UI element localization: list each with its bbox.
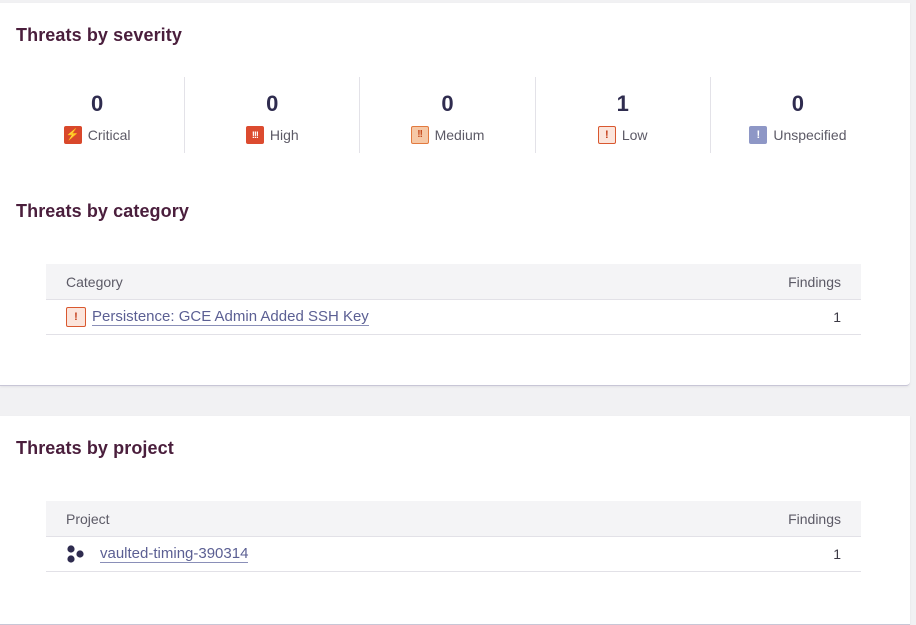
severity-count: 0 bbox=[441, 91, 454, 116]
project-icon bbox=[67, 545, 84, 563]
severity-count: 0 bbox=[791, 91, 805, 116]
project-table: Project Findings vaulted-timing-390314 1 bbox=[46, 501, 861, 572]
severity-category-card: Threats by severity 0 ⚡ Critical 0 !!! H… bbox=[0, 3, 910, 386]
severity-label: Low bbox=[621, 127, 648, 143]
column-header-findings[interactable]: Findings bbox=[788, 274, 841, 290]
table-row: ! Persistence: GCE Admin Added SSH Key 1 bbox=[46, 300, 861, 335]
findings-count: 1 bbox=[833, 546, 841, 562]
exclamation-icon: ! bbox=[749, 126, 768, 144]
severity-title: Threats by severity bbox=[16, 25, 182, 45]
severity-label: High bbox=[269, 127, 299, 143]
column-header-project[interactable]: Project bbox=[66, 511, 110, 527]
severity-label: Critical bbox=[87, 127, 131, 143]
project-link[interactable]: vaulted-timing-390314 bbox=[100, 545, 249, 563]
project-card: Threats by project Project Findings vaul… bbox=[0, 416, 910, 625]
exclamation-icon: ! bbox=[597, 126, 616, 144]
severity-high[interactable]: 0 !!! High bbox=[185, 77, 361, 153]
triple-exclamation-icon: !!! bbox=[245, 126, 264, 144]
project-title: Threats by project bbox=[16, 438, 174, 458]
table-row: vaulted-timing-390314 1 bbox=[46, 537, 861, 572]
severity-critical[interactable]: 0 ⚡ Critical bbox=[10, 77, 186, 153]
category-link[interactable]: Persistence: GCE Admin Added SSH Key bbox=[92, 308, 369, 326]
table-header: Project Findings bbox=[46, 501, 861, 537]
severity-count: 1 bbox=[616, 91, 629, 116]
severity-summary: 0 ⚡ Critical 0 !!! High 0 !! Medium 1 ! bbox=[10, 77, 885, 153]
severity-count: 0 bbox=[266, 91, 279, 116]
column-header-category[interactable]: Category bbox=[66, 274, 123, 290]
category-table: Category Findings ! Persistence: GCE Adm… bbox=[46, 264, 861, 335]
double-exclamation-icon: !! bbox=[410, 126, 429, 144]
column-header-findings[interactable]: Findings bbox=[788, 511, 841, 527]
table-header: Category Findings bbox=[46, 264, 861, 300]
bolt-icon: ⚡ bbox=[63, 126, 82, 144]
severity-unspecified[interactable]: 0 ! Unspecified bbox=[711, 77, 885, 153]
severity-label: Unspecified bbox=[773, 127, 847, 143]
severity-count: 0 bbox=[90, 91, 104, 116]
category-title: Threats by category bbox=[16, 201, 189, 221]
severity-label: Medium bbox=[434, 127, 485, 143]
severity-low[interactable]: 1 ! Low bbox=[536, 77, 711, 153]
findings-count: 1 bbox=[833, 309, 841, 325]
exclamation-icon: ! bbox=[66, 307, 86, 327]
severity-medium[interactable]: 0 !! Medium bbox=[360, 77, 536, 153]
